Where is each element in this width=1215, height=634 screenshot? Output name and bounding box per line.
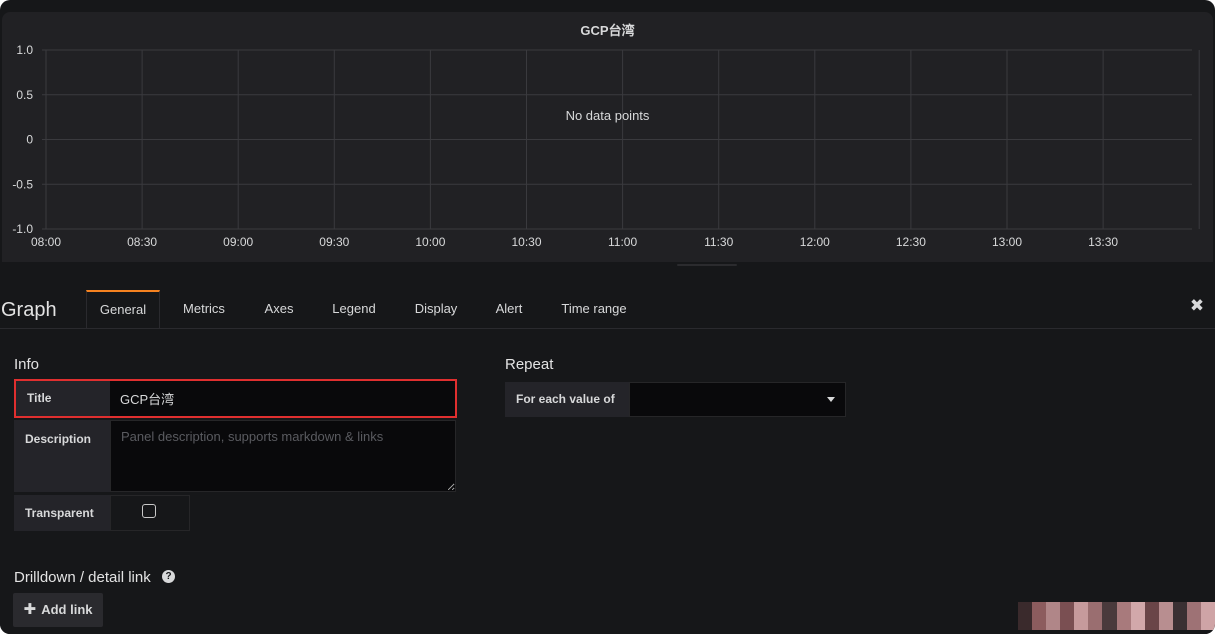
tab-axes[interactable]: Axes — [250, 290, 308, 328]
grid — [42, 49, 1200, 230]
y-tick-label: -0.5 — [12, 177, 33, 191]
tab-metrics[interactable]: Metrics — [168, 290, 240, 328]
x-tick-label: 13:00 — [992, 235, 1022, 249]
x-tick-label: 12:30 — [896, 235, 926, 249]
for-each-select[interactable] — [629, 382, 846, 417]
chevron-down-icon[interactable] — [827, 397, 835, 402]
x-tick-label: 11:30 — [704, 235, 733, 249]
x-tick-label: 10:30 — [511, 235, 541, 249]
description-label: Description — [14, 420, 110, 492]
tab-time-range[interactable]: Time range — [546, 290, 642, 328]
tab-legend[interactable]: Legend — [318, 290, 390, 328]
y-tick-label: -1.0 — [12, 222, 33, 236]
title-label: Title — [16, 381, 110, 416]
graph-panel: GCP台湾 1.0 0.5 0 -0.5 -1.0 08:00 08:30 09:00 09:… — [2, 12, 1213, 262]
tab-display[interactable]: Display — [400, 290, 472, 328]
tab-general[interactable]: General — [86, 290, 160, 329]
redacted-area — [1018, 602, 1215, 630]
x-tick-label: 08:00 — [31, 235, 61, 249]
x-tick-label: 12:00 — [800, 235, 830, 249]
transparent-checkbox[interactable] — [142, 504, 156, 518]
y-tick-label: 0 — [26, 133, 33, 147]
y-tick-label: 1.0 — [16, 43, 33, 57]
x-tick-label: 13:30 — [1088, 235, 1118, 249]
tab-alert[interactable]: Alert — [482, 290, 536, 328]
close-icon[interactable]: ✖ — [1188, 297, 1206, 315]
add-link-button[interactable]: ✚ Add link — [13, 593, 103, 627]
add-link-label: Add link — [41, 602, 93, 617]
y-axis-ticks: 1.0 0.5 0 -0.5 -1.0 — [12, 43, 33, 236]
editor-panel-type: Graph — [1, 299, 57, 321]
repeat-heading: Repeat — [505, 356, 554, 373]
graph-plot: 1.0 0.5 0 -0.5 -1.0 08:00 08:30 09:00 09:30 10:0… — [12, 43, 1200, 249]
panel-editor: Graph General Metrics Axes Legend Displa… — [0, 266, 1215, 634]
help-icon[interactable]: ? — [162, 570, 175, 583]
for-each-label: For each value of — [505, 382, 629, 417]
title-input[interactable] — [110, 381, 455, 416]
transparent-label: Transparent — [14, 495, 110, 531]
x-tick-label: 10:00 — [415, 235, 445, 249]
info-heading: Info — [14, 356, 40, 373]
plus-icon: ✚ — [23, 601, 37, 618]
x-tick-label: 08:30 — [127, 235, 157, 249]
x-tick-label: 09:00 — [223, 235, 253, 249]
x-tick-label: 11:00 — [608, 235, 637, 249]
tabs-divider — [0, 328, 1215, 329]
no-data-message: No data points — [565, 108, 650, 123]
y-tick-label: 0.5 — [16, 88, 33, 102]
x-axis-ticks: 08:00 08:30 09:00 09:30 10:00 10:30 11:00 11:30… — [31, 235, 1118, 249]
app-frame: GCP台湾 1.0 0.5 0 -0.5 -1.0 08:00 08:30 09:00 09:… — [0, 0, 1215, 634]
x-tick-label: 09:30 — [319, 235, 349, 249]
drilldown-heading: Drilldown / detail link — [14, 569, 151, 586]
description-input[interactable] — [110, 420, 456, 492]
